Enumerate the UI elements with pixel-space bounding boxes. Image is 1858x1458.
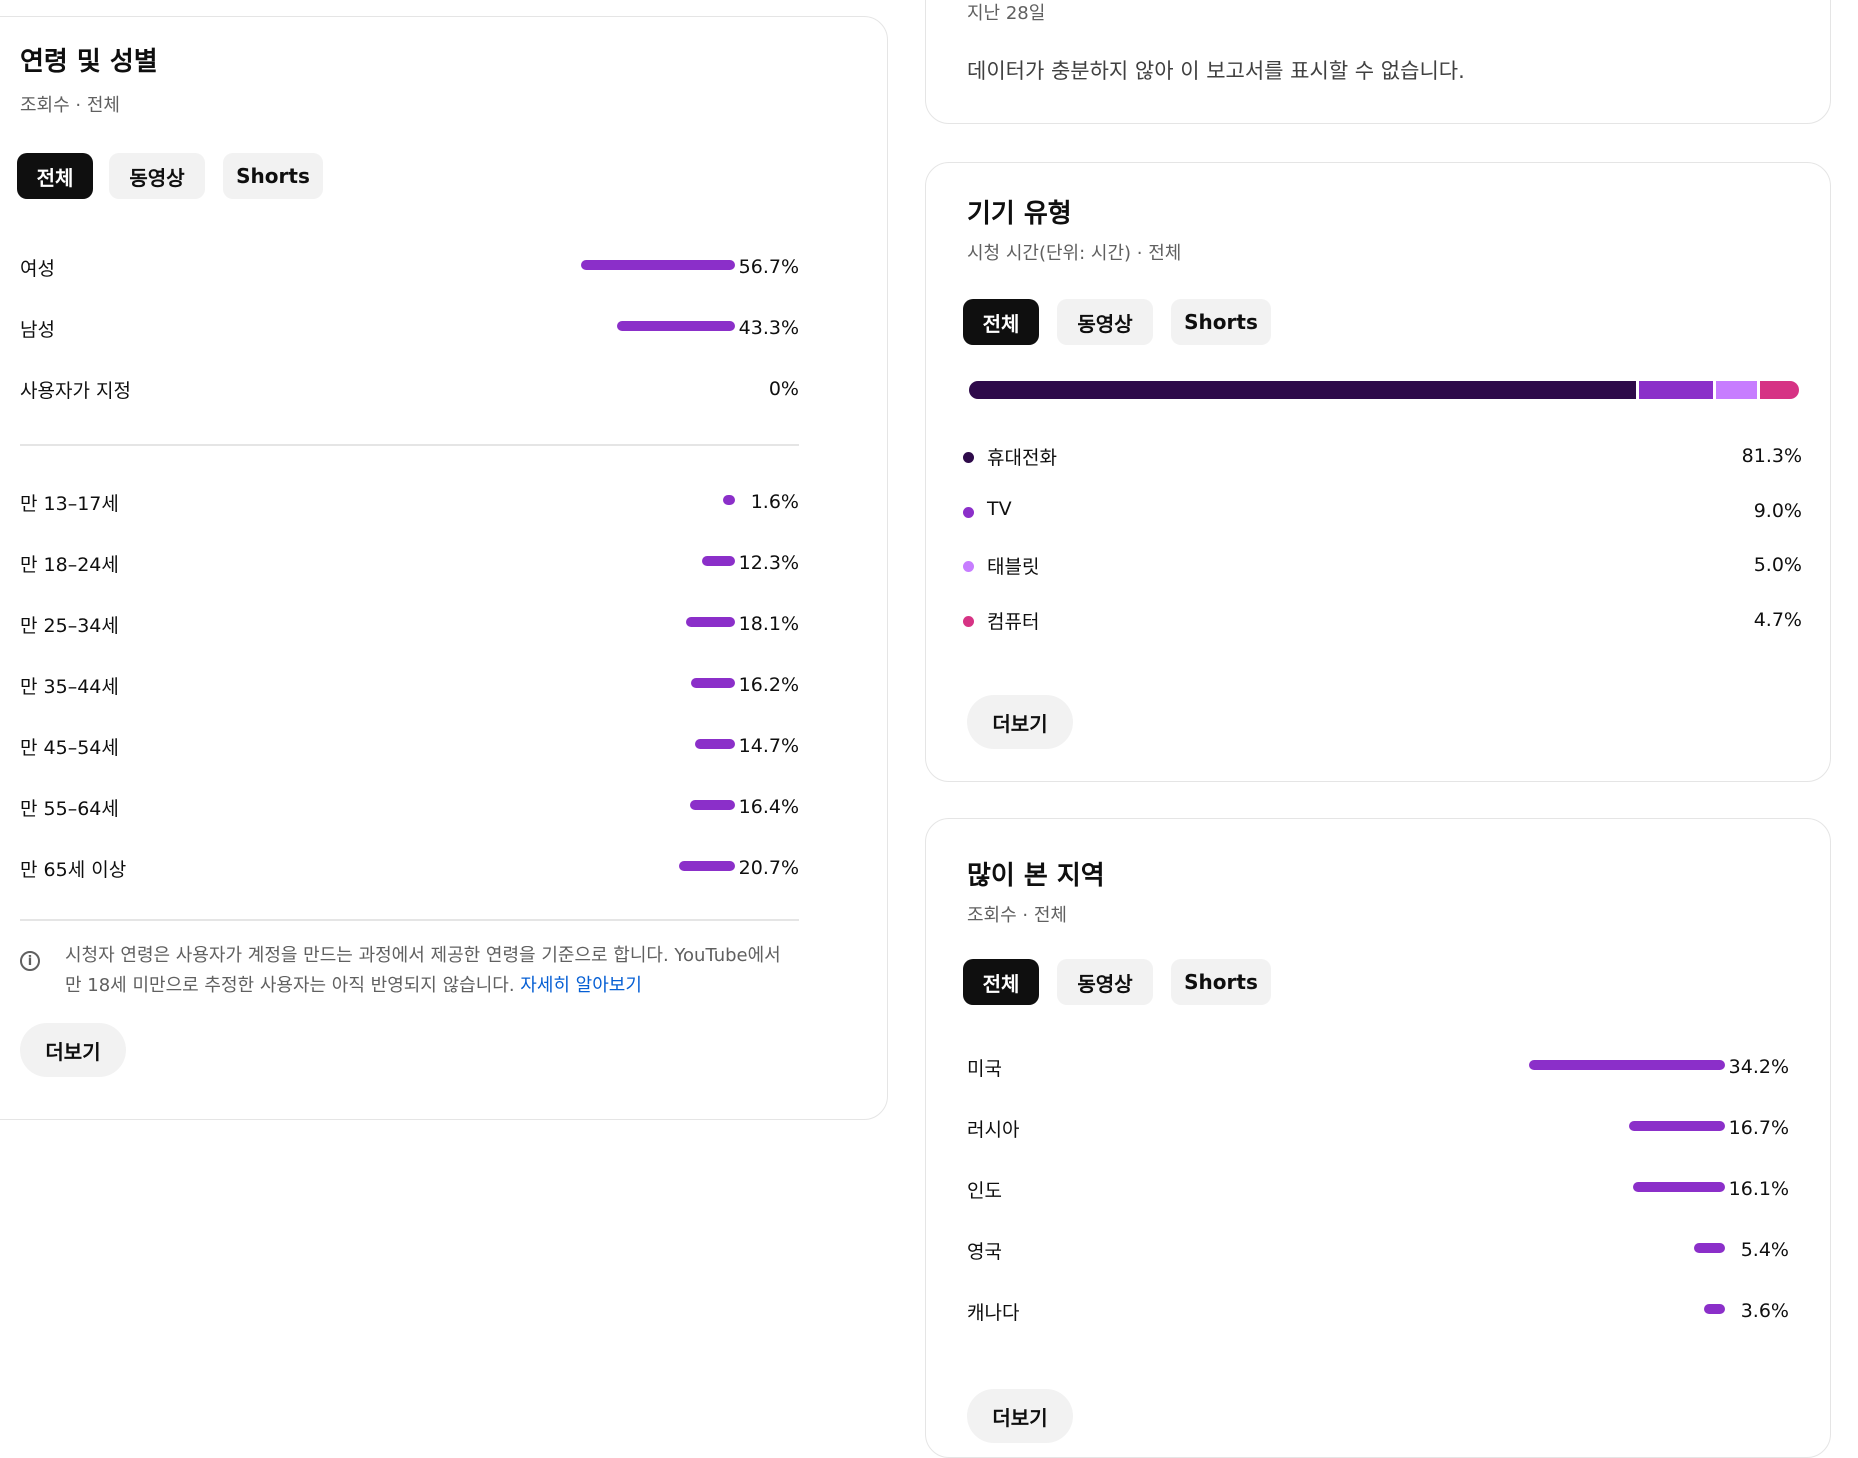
card-title: 기기 유형	[967, 199, 1072, 229]
gender-label: 남성	[20, 319, 55, 341]
insufficient-data-card: 지난 28일 데이터가 충분하지 않아 이 보고서를 표시할 수 없습니다.	[925, 0, 1831, 124]
age-gender-card: 연령 및 성별 조회수 · 전체 전체 동영상 Shorts 여성 56.7% …	[0, 16, 888, 1120]
tab-all[interactable]: 전체	[17, 153, 93, 199]
device-stacked-bar	[969, 381, 1799, 399]
device-label: 휴대전화	[987, 447, 1057, 469]
see-more-button[interactable]: 더보기	[967, 695, 1073, 749]
divider	[20, 444, 799, 446]
device-value: 9.0%	[1753, 500, 1802, 522]
country-value: 16.7%	[1728, 1117, 1789, 1139]
country-label: 인도	[967, 1180, 1002, 1202]
country-label: 캐나다	[967, 1302, 1020, 1324]
tab-shorts[interactable]: Shorts	[1171, 299, 1271, 345]
device-value: 81.3%	[1741, 445, 1802, 467]
country-value: 34.2%	[1728, 1056, 1789, 1078]
period-label: 지난 28일	[967, 3, 1046, 24]
learn-more-link[interactable]: 자세히 알아보기	[520, 975, 642, 996]
age-label: 만 18–24세	[20, 554, 119, 576]
age-value: 20.7%	[738, 857, 799, 879]
card-subtitle: 조회수 · 전체	[20, 95, 120, 116]
legend-dot-icon	[963, 561, 974, 572]
legend-dot-icon	[963, 452, 974, 463]
tab-videos[interactable]: 동영상	[109, 153, 205, 199]
tab-all[interactable]: 전체	[963, 299, 1039, 345]
gender-label: 사용자가 지정	[20, 380, 131, 402]
see-more-button[interactable]: 더보기	[20, 1023, 126, 1077]
country-label: 러시아	[967, 1119, 1020, 1141]
device-label: TV	[987, 498, 1012, 520]
tab-videos[interactable]: 동영상	[1057, 959, 1153, 1005]
age-label: 만 13–17세	[20, 493, 119, 515]
device-value: 4.7%	[1753, 609, 1802, 631]
top-geographies-card: 많이 본 지역 조회수 · 전체 전체 동영상 Shorts 미국 34.2% …	[925, 818, 1831, 1458]
gender-value: 43.3%	[738, 317, 799, 339]
card-subtitle: 조회수 · 전체	[967, 905, 1067, 926]
age-note-text: 시청자 연령은 사용자가 계정을 만드는 과정에서 제공한 연령을 기준으로 합…	[65, 945, 781, 996]
country-label: 미국	[967, 1058, 1002, 1080]
gender-value: 0%	[768, 378, 799, 400]
country-label: 영국	[967, 1241, 1002, 1263]
country-value: 16.1%	[1728, 1178, 1789, 1200]
age-note: 시청자 연령은 사용자가 계정을 만드는 과정에서 제공한 연령을 기준으로 합…	[65, 941, 800, 1001]
device-value: 5.0%	[1753, 554, 1802, 576]
country-value: 5.4%	[1740, 1239, 1789, 1261]
country-value: 3.6%	[1740, 1300, 1789, 1322]
age-label: 만 65세 이상	[20, 859, 127, 881]
insufficient-data-message: 데이터가 충분하지 않아 이 보고서를 표시할 수 없습니다.	[967, 59, 1465, 83]
card-title: 연령 및 성별	[20, 47, 158, 77]
device-label: 컴퓨터	[987, 611, 1040, 633]
device-segment-phone	[969, 381, 1637, 399]
gender-label: 여성	[20, 258, 55, 280]
age-value: 16.2%	[738, 674, 799, 696]
device-label: 태블릿	[987, 556, 1040, 578]
age-label: 만 45–54세	[20, 737, 119, 759]
tab-videos[interactable]: 동영상	[1057, 299, 1153, 345]
see-more-button[interactable]: 더보기	[967, 1389, 1073, 1443]
age-value: 12.3%	[738, 552, 799, 574]
legend-dot-icon	[963, 616, 974, 627]
country-bar	[1529, 1060, 1725, 1070]
info-icon: i	[20, 951, 40, 971]
age-value: 14.7%	[738, 735, 799, 757]
age-label: 만 25–34세	[20, 615, 119, 637]
device-segment-tv	[1639, 381, 1714, 399]
age-label: 만 35–44세	[20, 676, 119, 698]
card-subtitle: 시청 시간(단위: 시간) · 전체	[967, 243, 1182, 264]
tab-shorts[interactable]: Shorts	[223, 153, 323, 199]
gender-value: 56.7%	[738, 256, 799, 278]
tab-all[interactable]: 전체	[963, 959, 1039, 1005]
device-segment-tablet	[1716, 381, 1758, 399]
age-label: 만 55–64세	[20, 798, 119, 820]
age-value: 16.4%	[738, 796, 799, 818]
legend-dot-icon	[963, 507, 974, 518]
age-value: 1.6%	[750, 491, 799, 513]
age-value: 18.1%	[738, 613, 799, 635]
card-title: 많이 본 지역	[967, 861, 1105, 891]
device-segment-computer	[1760, 381, 1799, 399]
divider	[20, 919, 799, 921]
tab-shorts[interactable]: Shorts	[1171, 959, 1271, 1005]
device-type-card: 기기 유형 시청 시간(단위: 시간) · 전체 전체 동영상 Shorts 휴…	[925, 162, 1831, 782]
